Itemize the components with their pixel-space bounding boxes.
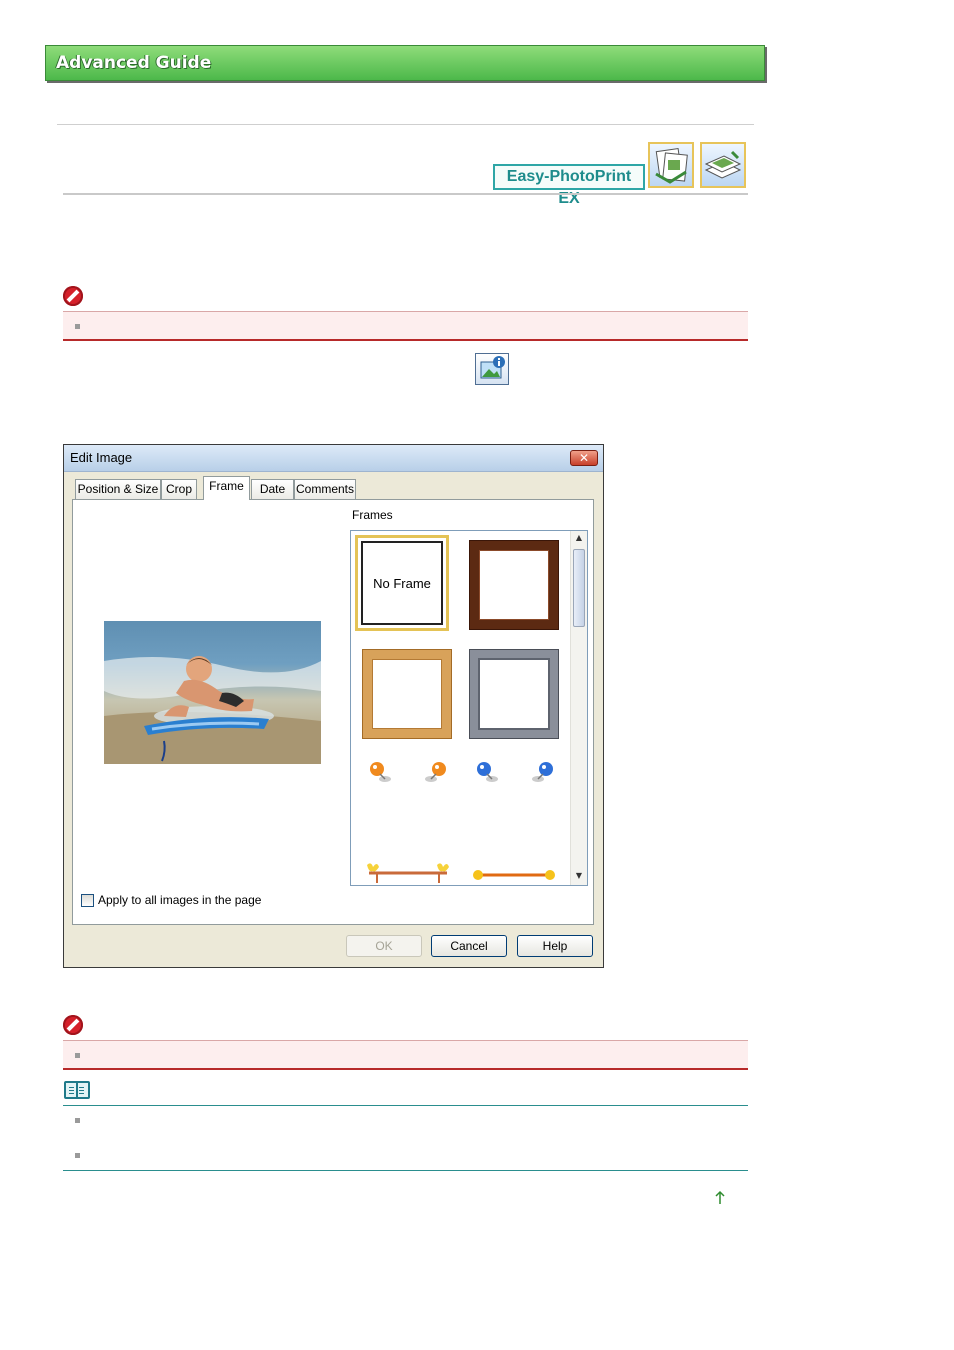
close-button[interactable]: ✕ xyxy=(570,450,598,466)
preview-photo xyxy=(104,621,321,764)
bullet-icon xyxy=(75,1053,80,1058)
apply-all-checkbox[interactable] xyxy=(81,894,94,907)
tab-position-size[interactable]: Position & Size xyxy=(75,479,161,499)
no-frame-label: No Frame xyxy=(373,576,431,591)
bullet-icon xyxy=(75,324,80,329)
ok-button[interactable]: OK xyxy=(346,935,422,957)
apply-all-label[interactable]: Apply to all images in the page xyxy=(98,893,261,907)
banner-title: Advanced Guide xyxy=(56,53,212,73)
scroll-down-icon[interactable]: ▼ xyxy=(574,871,584,883)
important-box xyxy=(63,1040,748,1070)
frames-label: Frames xyxy=(352,508,393,522)
stop-icon xyxy=(63,286,83,306)
top-divider xyxy=(57,124,754,125)
tab-crop[interactable]: Crop xyxy=(161,479,197,499)
app-badge: Easy-PhotoPrint EX xyxy=(493,164,645,207)
edit-image-dialog: Edit Image ✕ Position & Size Crop Frame … xyxy=(63,444,604,968)
frame-tab-panel: Frames No Frame ▲ ▼ Apply to all images … xyxy=(72,499,594,925)
dialog-titlebar[interactable]: Edit Image ✕ xyxy=(64,445,603,472)
scroll-thumb[interactable] xyxy=(573,549,585,627)
section-divider xyxy=(63,193,748,195)
album-icon[interactable] xyxy=(648,142,694,188)
tab-date[interactable]: Date xyxy=(251,479,294,499)
tab-comments[interactable]: Comments xyxy=(294,479,356,499)
frame-no-frame[interactable]: No Frame xyxy=(355,535,449,631)
dialog-title: Edit Image xyxy=(70,450,133,465)
tab-frame[interactable]: Frame xyxy=(203,476,250,500)
photo-print-icon[interactable] xyxy=(700,142,746,188)
scroll-up-icon[interactable]: ▲ xyxy=(574,533,584,545)
note-top-rule xyxy=(63,1105,748,1106)
frame-dark-wood[interactable] xyxy=(470,541,558,629)
bullet-icon xyxy=(75,1153,80,1158)
cancel-button[interactable]: Cancel xyxy=(431,935,507,957)
important-box xyxy=(63,311,748,341)
bullet-icon xyxy=(75,1118,80,1123)
up-arrow-icon[interactable] xyxy=(713,1190,727,1206)
frames-scrollbar[interactable]: ▲ ▼ xyxy=(570,531,587,885)
guide-banner: Advanced Guide xyxy=(45,45,765,81)
help-button[interactable]: Help xyxy=(517,935,593,957)
frame-orange-bar[interactable] xyxy=(470,861,558,885)
frames-list[interactable]: No Frame ▲ ▼ xyxy=(350,530,588,886)
frame-butterfly-bar[interactable] xyxy=(363,861,451,885)
frame-light-wood[interactable] xyxy=(363,650,451,738)
frame-blue-pins[interactable] xyxy=(470,757,558,817)
image-info-icon[interactable] xyxy=(475,353,509,385)
frame-silver[interactable] xyxy=(470,650,558,738)
frame-orange-pins[interactable] xyxy=(363,757,451,817)
note-bottom-rule xyxy=(63,1170,748,1171)
note-book-icon xyxy=(64,1081,90,1099)
stop-icon xyxy=(63,1015,83,1035)
